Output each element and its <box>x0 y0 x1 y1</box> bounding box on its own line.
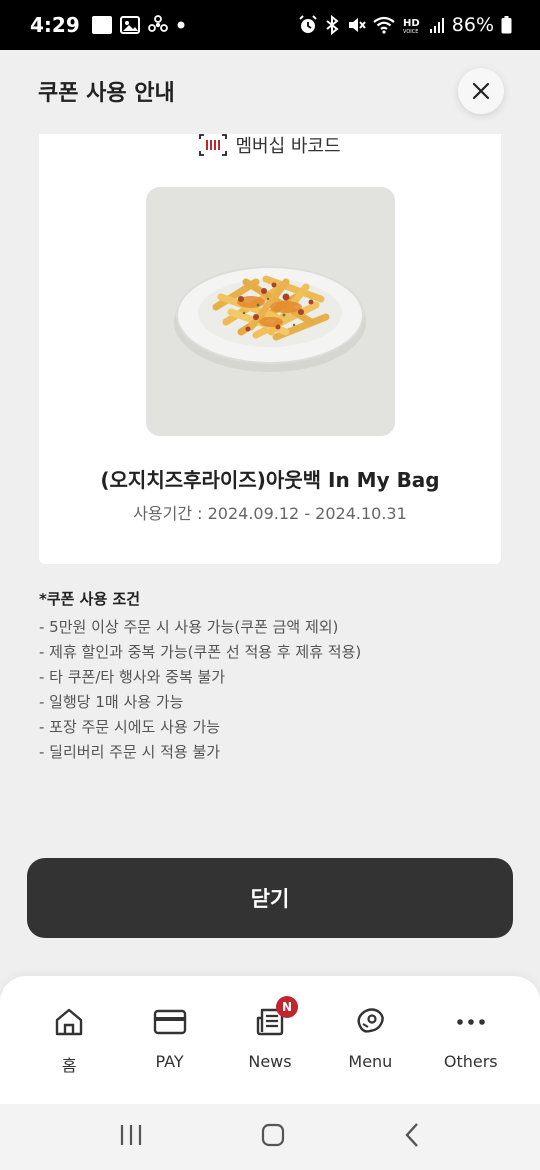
home-button-icon[interactable] <box>260 1122 286 1152</box>
status-right: HD VOICE 86% <box>298 14 512 36</box>
condition-item: - 포장 주문 시에도 사용 가능 <box>39 718 221 736</box>
close-button[interactable] <box>458 68 504 114</box>
hd-voice-icon: HD VOICE <box>402 16 422 34</box>
status-time: 4:29 <box>30 13 80 37</box>
nav-label: Others <box>443 1052 498 1071</box>
conditions-title: *쿠폰 사용 조건 <box>39 590 141 608</box>
battery-icon <box>501 16 512 34</box>
news-icon: N <box>250 996 298 1042</box>
coupon-period: 사용기간 : 2024.09.12 - 2024.10.31 <box>133 504 407 523</box>
mute-icon <box>346 15 366 35</box>
status-left: 4:29 <box>30 13 186 37</box>
bluetooth-icon <box>325 15 339 35</box>
svg-text:VOICE: VOICE <box>403 29 418 34</box>
image-icon <box>119 16 140 34</box>
coupon-conditions: *쿠폰 사용 조건 - 5만원 이상 주문 시 사용 가능(쿠폰 금액 제외) … <box>39 588 501 765</box>
nav-label: PAY <box>155 1052 184 1071</box>
bottom-nav: 홈 PAY N News Menu Others <box>0 976 540 1104</box>
close-modal-button[interactable]: 닫기 <box>27 858 513 938</box>
nav-label: Menu <box>348 1052 393 1071</box>
close-icon <box>472 82 490 100</box>
system-nav-bar <box>0 1104 540 1170</box>
status-bar: 4:29 HD VOICE 86% <box>0 0 540 50</box>
product-name: (오지치즈후라이즈)아웃백 In My Bag <box>100 468 440 492</box>
modal-header: 쿠폰 사용 안내 <box>0 50 540 132</box>
card-icon <box>150 1002 190 1042</box>
nav-item-pay[interactable]: PAY <box>121 976 218 1104</box>
barcode-label: 멤버십 바코드 <box>235 136 341 157</box>
membership-barcode-button[interactable]: 멤버십 바코드 <box>39 132 501 158</box>
steak-icon <box>350 1002 390 1042</box>
signal-icon <box>429 16 445 34</box>
dot-icon <box>176 20 186 30</box>
news-badge: N <box>275 996 298 1018</box>
home-icon <box>49 1002 89 1042</box>
coupon-card: 멤버십 바코드 (오지치즈후라이즈)아웃백 In My Bag 사용기간: 2… <box>39 134 501 564</box>
condition-item: - 5만원 이상 주문 시 사용 가능(쿠폰 금액 제외) <box>39 618 339 636</box>
conditions-list: - 5만원 이상 주문 시 사용 가능(쿠폰 금액 제외) - 제휴 할인과 중… <box>39 615 501 765</box>
battery-percent: 86% <box>451 14 494 36</box>
product-image <box>146 187 395 436</box>
nav-label: 홈 <box>61 1056 77 1075</box>
more-icon <box>451 1002 491 1042</box>
nav-label: News <box>248 1052 292 1071</box>
svg-text:HD: HD <box>403 18 420 29</box>
wifi-icon <box>373 16 395 34</box>
nav-item-home[interactable]: 홈 <box>21 976 118 1104</box>
app-notification-icon <box>91 16 112 34</box>
alarm-icon <box>298 15 318 35</box>
condition-item: - 일행당 1매 사용 가능 <box>39 693 184 711</box>
condition-item: - 타 쿠폰/타 행사와 중복 불가 <box>39 668 226 686</box>
page-title: 쿠폰 사용 안내 <box>38 81 175 106</box>
back-icon[interactable] <box>402 1122 422 1152</box>
nav-item-news[interactable]: N News <box>221 976 318 1104</box>
nav-item-others[interactable]: Others <box>422 976 519 1104</box>
nav-item-menu[interactable]: Menu <box>322 976 419 1104</box>
barcode-icon <box>199 134 228 156</box>
fan-icon <box>147 15 168 35</box>
condition-item: - 딜리버리 주문 시 적용 불가 <box>39 743 221 761</box>
recent-apps-icon[interactable] <box>118 1123 144 1151</box>
condition-item: - 제휴 할인과 중복 가능(쿠폰 선 적용 후 제휴 적용) <box>39 643 362 661</box>
